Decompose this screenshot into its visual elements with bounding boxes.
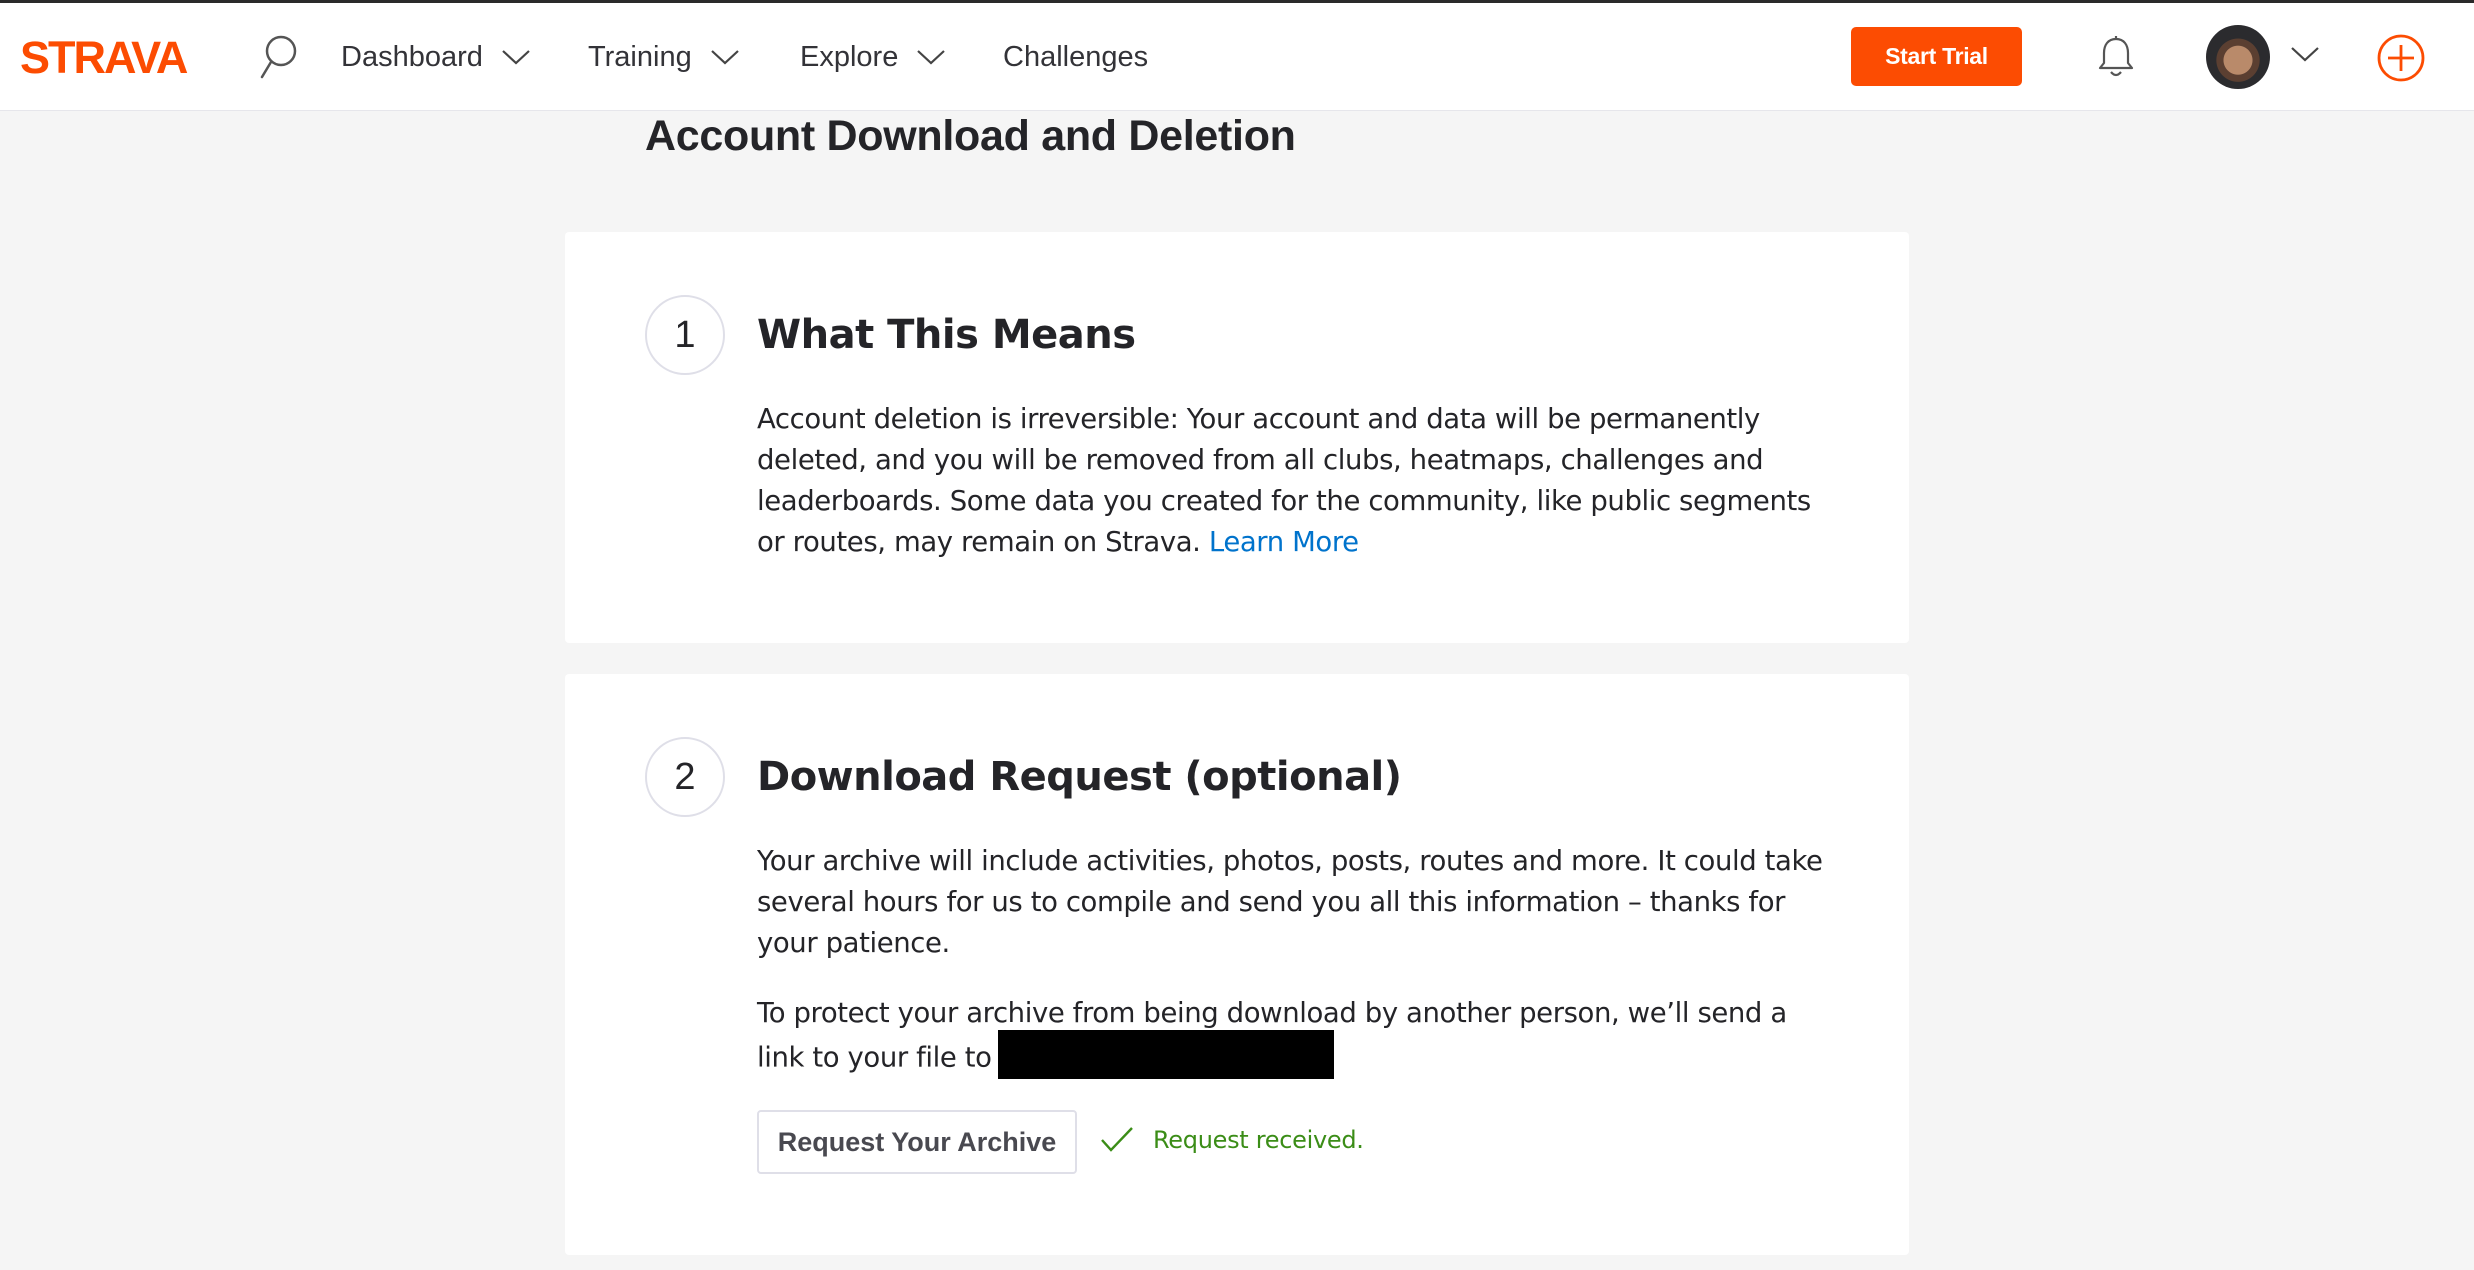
step-number: 2 <box>645 737 725 817</box>
step-card-what-this-means: 1 What This Means Account deletion is ir… <box>565 232 1909 643</box>
nav-explore[interactable]: Explore <box>800 37 946 77</box>
nav-dashboard-label: Dashboard <box>341 40 483 73</box>
nav-training-label: Training <box>588 40 692 73</box>
page-title: Account Download and Deletion <box>645 112 1296 160</box>
chevron-down-icon <box>501 48 531 66</box>
request-status: Request received. <box>1153 1126 1364 1154</box>
nav-challenges[interactable]: Challenges <box>1003 37 1148 77</box>
start-trial-button[interactable]: Start Trial <box>1851 27 2022 86</box>
search-icon[interactable] <box>258 33 298 86</box>
archive-email-notice: To protect your archive from being downl… <box>757 993 1837 1083</box>
check-icon <box>1099 1124 1135 1159</box>
request-archive-button[interactable]: Request Your Archive <box>757 1110 1077 1174</box>
logo-wordmark: STRAVA <box>20 37 188 77</box>
step-title: What This Means <box>757 312 1136 358</box>
step-description: Account deletion is irreversible: Your a… <box>757 399 1837 563</box>
step-title: Download Request (optional) <box>757 754 1402 800</box>
nav-challenges-label: Challenges <box>1003 40 1149 73</box>
top-navbar: STRAVA Dashboard Training Explore Challe… <box>0 3 2474 111</box>
chevron-down-icon <box>916 48 946 66</box>
redacted-email <box>997 1030 1334 1079</box>
plus-circle-icon[interactable] <box>2376 33 2426 88</box>
nav-training[interactable]: Training <box>588 37 740 77</box>
strava-logo[interactable]: STRAVA <box>20 32 216 83</box>
step-card-download-request: 2 Download Request (optional) Your archi… <box>565 674 1909 1255</box>
chevron-down-icon <box>710 48 740 66</box>
bell-icon[interactable] <box>2096 35 2136 84</box>
nav-dashboard[interactable]: Dashboard <box>341 37 531 77</box>
archive-description: Your archive will include activities, ph… <box>757 845 1823 959</box>
avatar[interactable] <box>2206 25 2270 89</box>
nav-explore-label: Explore <box>800 40 899 73</box>
step-number: 1 <box>645 295 725 375</box>
chevron-down-icon[interactable] <box>2290 45 2320 68</box>
learn-more-link[interactable]: Learn More <box>1209 526 1359 558</box>
